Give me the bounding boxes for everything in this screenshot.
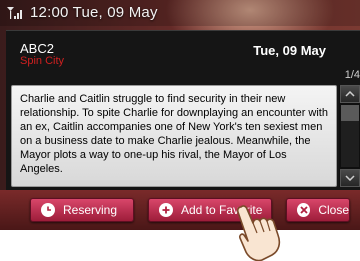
scroll-track[interactable] <box>341 105 359 167</box>
program-date: Tue, 09 May <box>253 43 326 58</box>
close-icon <box>297 203 311 217</box>
scroll-up-button[interactable] <box>340 85 360 103</box>
reserving-label: Reserving <box>63 203 118 217</box>
chevron-up-icon <box>345 91 355 97</box>
status-bar: 12:00 Tue, 09 May <box>0 0 360 26</box>
description-scrollbar[interactable] <box>339 85 360 187</box>
close-label: Close <box>318 203 349 217</box>
program-name: Spin City <box>20 55 65 67</box>
page-indicator: 1/4 <box>344 69 360 81</box>
scroll-thumb[interactable] <box>341 105 359 121</box>
status-datetime: 12:00 Tue, 09 May <box>30 4 158 21</box>
clock-icon <box>41 203 55 217</box>
pointing-hand-icon <box>236 205 281 261</box>
chevron-down-icon <box>345 175 355 181</box>
action-button-bar: Reserving Add to Favorite Close <box>0 190 360 230</box>
tv-screen: 12:00 Tue, 09 May ABC2 Spin City Tue, 09… <box>0 0 360 230</box>
close-button[interactable]: Close <box>286 198 350 222</box>
scroll-down-button[interactable] <box>340 169 360 187</box>
program-info-panel: ABC2 Spin City Tue, 09 May 1/4 Charlie a… <box>6 30 360 191</box>
channel-name: ABC2 <box>20 41 54 56</box>
reserving-button[interactable]: Reserving <box>30 198 134 222</box>
plus-icon <box>159 203 173 217</box>
program-description: Charlie and Caitlin struggle to find sec… <box>11 85 337 187</box>
signal-icon <box>7 7 22 19</box>
